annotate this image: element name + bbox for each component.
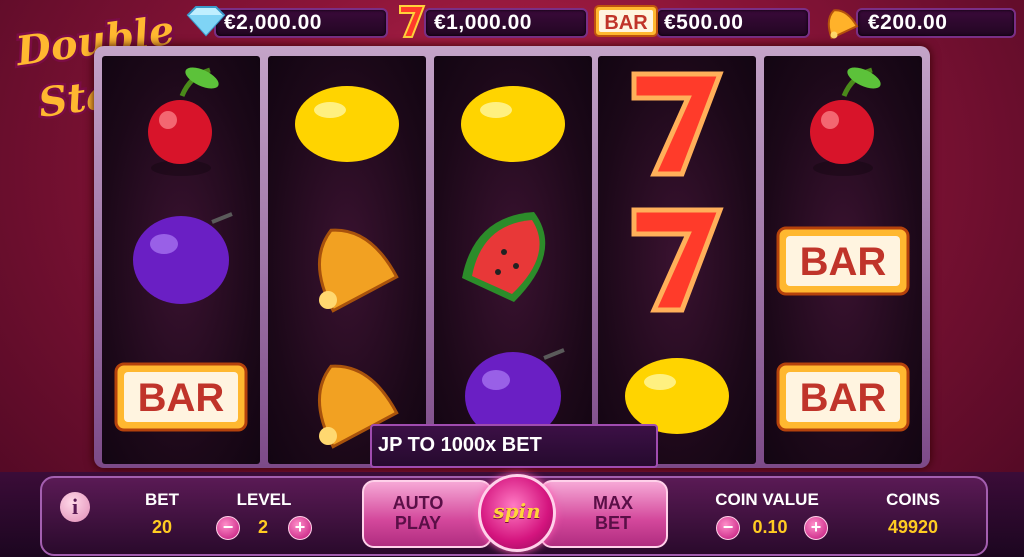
spin-label: spin (493, 499, 541, 523)
max-bet-line1: MAX (593, 493, 633, 513)
bell-symbol (268, 192, 426, 328)
coin-value-label: COIN VALUE (715, 490, 819, 509)
coin-value-minus-button[interactable]: − (716, 516, 740, 540)
jackpot-bell: €200.00 (816, 5, 1016, 39)
bar-symbol: BAR (764, 192, 922, 328)
seven-icon (399, 5, 426, 38)
bar-symbol: BAR (102, 328, 260, 464)
jackpot-seven: €1,000.00 (394, 5, 588, 38)
auto-play-button[interactable]: AUTO PLAY (362, 480, 492, 548)
reel-5: BAR BAR (764, 56, 922, 464)
plum-symbol (102, 192, 260, 328)
max-bet-button[interactable]: MAX BET (540, 480, 668, 548)
jackpot-bar: BAR €500.00 (594, 5, 810, 38)
diamond-icon (186, 6, 226, 37)
auto-play-line2: PLAY (394, 513, 442, 533)
seven-symbol (598, 56, 756, 192)
info-button[interactable]: i (60, 492, 90, 522)
svg-text:BAR: BAR (604, 12, 648, 34)
svg-text:BAR: BAR (800, 376, 887, 420)
seven-symbol (598, 192, 756, 328)
svg-text:BAR: BAR (138, 376, 225, 420)
spin-button[interactable]: spin (478, 474, 556, 552)
bar-icon: BAR (594, 5, 658, 37)
level-plus-button[interactable]: + (288, 516, 312, 540)
message-ticker: JP TO 1000x BET (370, 424, 658, 468)
reel-4 (598, 56, 756, 464)
reel-2 (268, 56, 426, 464)
coins-value: 49920 (887, 517, 939, 537)
bell-icon (827, 9, 859, 39)
bet-value: 20 (151, 517, 173, 537)
lemon-symbol (434, 56, 592, 192)
level-label: LEVEL (236, 490, 292, 509)
jackpot-bell-value: €200.00 (868, 11, 948, 34)
reel-1: BAR (102, 56, 260, 464)
level-minus-button[interactable]: − (216, 516, 240, 540)
auto-play-line1: AUTO (392, 493, 444, 513)
jackpot-diamond-value: €2,000.00 (224, 11, 322, 34)
coin-value-value: 0.10 (752, 517, 788, 537)
level-value: 2 (257, 517, 268, 537)
jackpot-diamond: €2,000.00 (184, 5, 388, 38)
coin-value-plus-button[interactable]: + (804, 516, 828, 540)
jackpot-bar-value: €500.00 (664, 11, 744, 34)
reel-3 (434, 56, 592, 464)
jackpot-seven-value: €1,000.00 (434, 11, 532, 34)
svg-text:BAR: BAR (800, 240, 887, 284)
bar-symbol: BAR (764, 328, 922, 464)
watermelon-symbol (434, 192, 592, 328)
cherry-symbol (102, 56, 260, 192)
cherry-symbol (764, 56, 922, 192)
ticker-text: JP TO 1000x BET (378, 434, 542, 456)
bet-label: BET (145, 490, 179, 509)
coins-label: COINS (886, 490, 940, 509)
max-bet-line2: BET (595, 513, 631, 533)
lemon-symbol (268, 56, 426, 192)
